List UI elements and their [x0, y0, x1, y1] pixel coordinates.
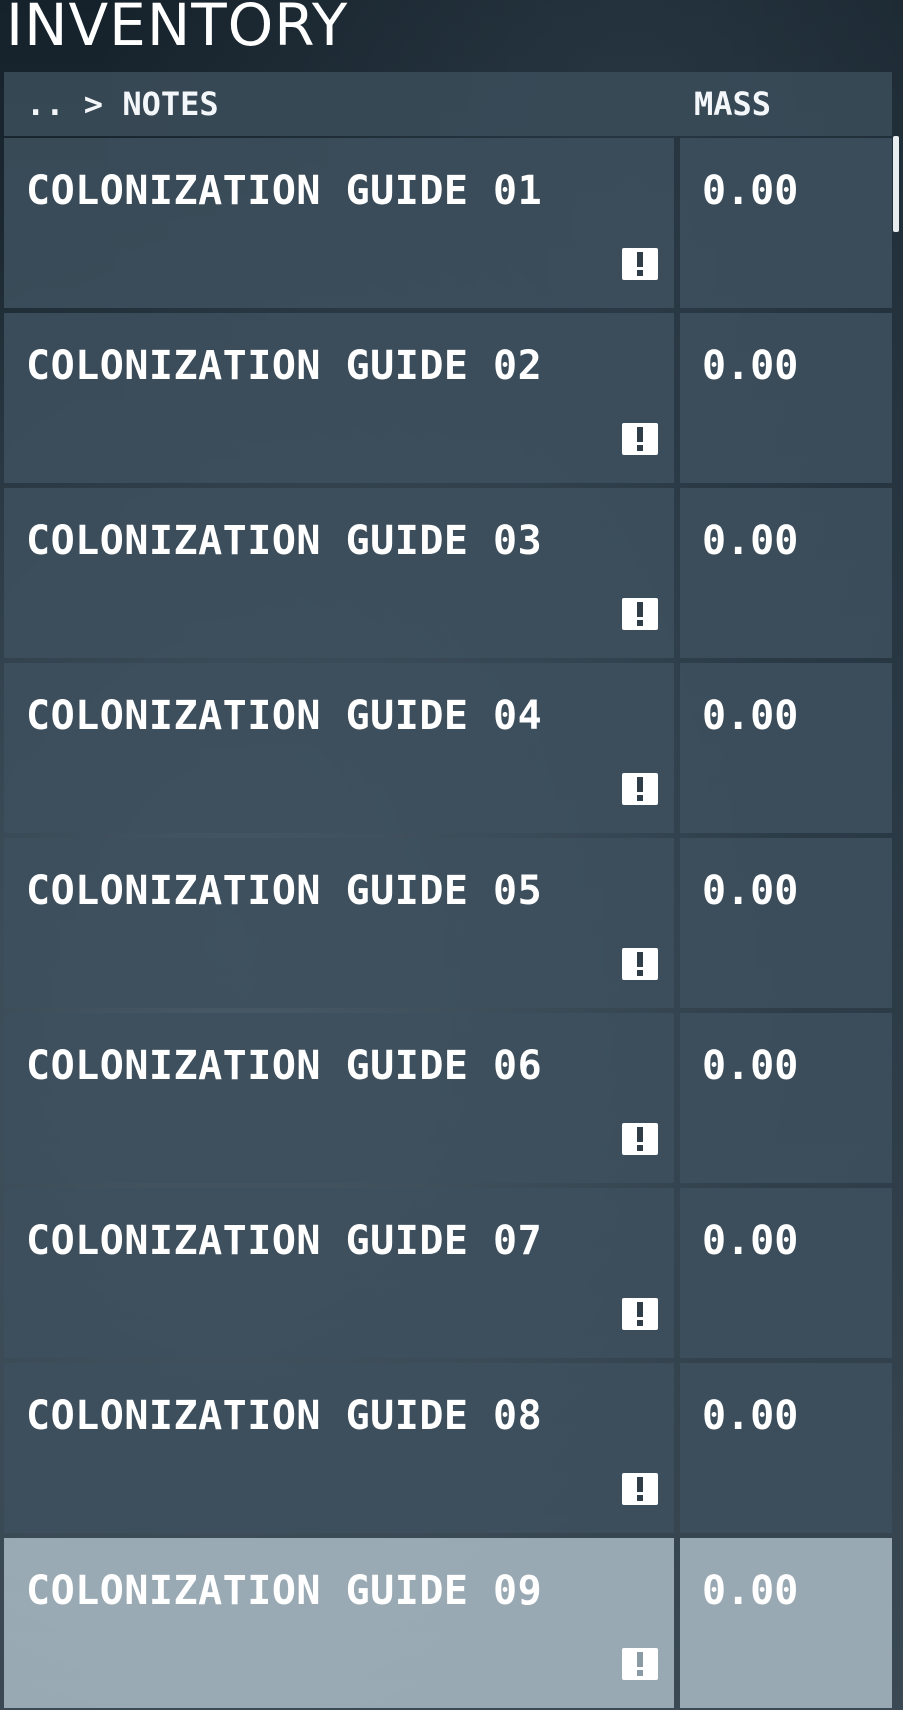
item-name: COLONIZATION GUIDE 01	[26, 168, 543, 214]
item-name: COLONIZATION GUIDE 09	[26, 1568, 543, 1614]
item-name-cell[interactable]: COLONIZATION GUIDE 09	[4, 1538, 674, 1708]
list-item[interactable]: COLONIZATION GUIDE 07 0.00	[4, 1188, 892, 1358]
item-name: COLONIZATION GUIDE 08	[26, 1393, 543, 1439]
item-mass-cell[interactable]: 0.00	[680, 488, 892, 658]
list-item[interactable]: COLONIZATION GUIDE 02 0.00	[4, 313, 892, 483]
item-name-cell[interactable]: COLONIZATION GUIDE 07	[4, 1188, 674, 1358]
item-name: COLONIZATION GUIDE 05	[26, 868, 543, 914]
list-item[interactable]: COLONIZATION GUIDE 05 0.00	[4, 838, 892, 1008]
item-mass-cell[interactable]: 0.00	[680, 313, 892, 483]
alert-icon	[622, 1298, 658, 1330]
list-item[interactable]: COLONIZATION GUIDE 03 0.00	[4, 488, 892, 658]
list-item[interactable]: COLONIZATION GUIDE 01 0.00	[4, 138, 892, 308]
item-name: COLONIZATION GUIDE 07	[26, 1218, 543, 1264]
item-mass-cell[interactable]: 0.00	[680, 663, 892, 833]
item-mass: 0.00	[702, 1568, 799, 1614]
list-item[interactable]: COLONIZATION GUIDE 04 0.00	[4, 663, 892, 833]
item-name-cell[interactable]: COLONIZATION GUIDE 05	[4, 838, 674, 1008]
alert-icon	[622, 1123, 658, 1155]
item-name-cell[interactable]: COLONIZATION GUIDE 03	[4, 488, 674, 658]
item-name-cell[interactable]: COLONIZATION GUIDE 04	[4, 663, 674, 833]
item-mass-cell[interactable]: 0.00	[680, 1538, 892, 1708]
item-mass-cell[interactable]: 0.00	[680, 1013, 892, 1183]
alert-icon	[622, 773, 658, 805]
alert-icon	[622, 948, 658, 980]
item-mass: 0.00	[702, 1043, 799, 1089]
item-name: COLONIZATION GUIDE 06	[26, 1043, 543, 1089]
item-name-cell[interactable]: COLONIZATION GUIDE 02	[4, 313, 674, 483]
item-mass: 0.00	[702, 868, 799, 914]
inventory-panel: .. > NOTES MASS COLONIZATION GUIDE 01 0.…	[4, 72, 892, 1710]
alert-icon	[622, 423, 658, 455]
item-name-cell[interactable]: COLONIZATION GUIDE 01	[4, 138, 674, 308]
item-mass: 0.00	[702, 693, 799, 739]
item-name-cell[interactable]: COLONIZATION GUIDE 06	[4, 1013, 674, 1183]
item-mass-cell[interactable]: 0.00	[680, 838, 892, 1008]
scrollbar-thumb[interactable]	[893, 136, 899, 232]
alert-icon	[622, 1648, 658, 1680]
alert-icon	[622, 598, 658, 630]
item-mass: 0.00	[702, 343, 799, 389]
item-name: COLONIZATION GUIDE 03	[26, 518, 543, 564]
item-name: COLONIZATION GUIDE 02	[26, 343, 543, 389]
alert-icon	[622, 248, 658, 280]
item-name-cell[interactable]: COLONIZATION GUIDE 08	[4, 1363, 674, 1533]
item-mass: 0.00	[702, 168, 799, 214]
breadcrumb[interactable]: .. > NOTES	[26, 72, 219, 136]
item-mass-cell[interactable]: 0.00	[680, 1188, 892, 1358]
list-header: .. > NOTES MASS	[4, 72, 892, 136]
list-item-selected[interactable]: COLONIZATION GUIDE 09 0.00	[4, 1538, 892, 1708]
alert-icon	[622, 1473, 658, 1505]
list-item[interactable]: COLONIZATION GUIDE 06 0.00	[4, 1013, 892, 1183]
list-item[interactable]: COLONIZATION GUIDE 08 0.00	[4, 1363, 892, 1533]
item-mass-cell[interactable]: 0.00	[680, 138, 892, 308]
screen-title: INVENTORY	[6, 0, 349, 59]
item-mass-cell[interactable]: 0.00	[680, 1363, 892, 1533]
item-name: COLONIZATION GUIDE 04	[26, 693, 543, 739]
item-mass: 0.00	[702, 518, 799, 564]
item-mass: 0.00	[702, 1218, 799, 1264]
item-mass: 0.00	[702, 1393, 799, 1439]
mass-column-header[interactable]: MASS	[694, 72, 771, 136]
